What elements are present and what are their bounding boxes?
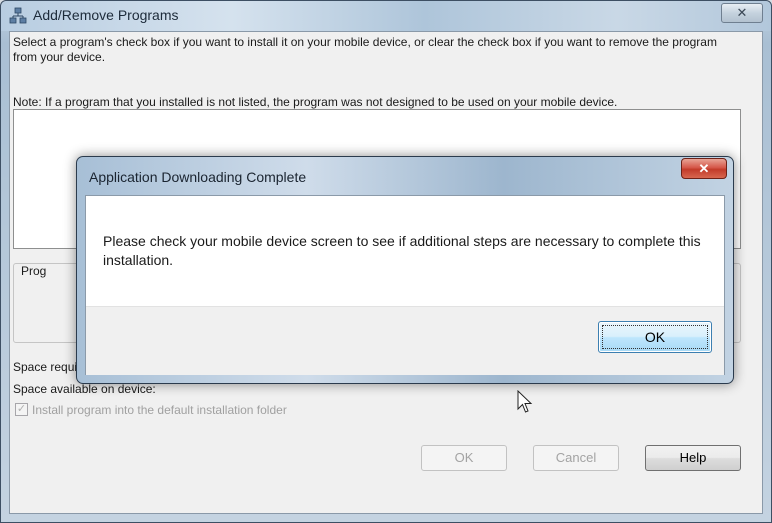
dialog-title: Application Downloading Complete [89,169,307,185]
dialog-content: Please check your mobile device screen t… [85,195,725,375]
network-programs-icon [9,7,27,24]
mouse-pointer-icon [517,390,533,413]
cancel-button[interactable]: Cancel [533,445,619,471]
groupbox-label: Prog [19,264,49,278]
dialog-message: Please check your mobile device screen t… [103,233,701,268]
download-complete-dialog: Application Downloading Complete ✕ Pleas… [76,156,734,384]
dialog-ok-button[interactable]: OK [598,321,712,353]
title-bar[interactable]: Add/Remove Programs ✕ [1,1,771,31]
install-default-folder-label: Install program into the default install… [32,403,287,417]
instructions-text: Select a program's check box if you want… [13,35,717,64]
window-title: Add/Remove Programs [33,7,179,23]
note-text: Note: If a program that you installed is… [13,95,618,109]
space-available-label: Space available on device: [13,382,156,396]
dialog-close-button[interactable]: ✕ [681,158,727,179]
dialog-footer: OK [86,306,724,375]
close-icon: ✕ [736,5,748,20]
ok-button[interactable]: OK [421,445,507,471]
help-button[interactable]: Help [645,445,741,471]
window-close-button[interactable]: ✕ [721,3,763,23]
install-default-folder-checkbox[interactable]: ✓ [15,403,28,416]
checkmark-icon: ✓ [16,403,27,415]
dialog-ok-label: OK [644,329,666,345]
close-icon: ✕ [698,161,710,176]
